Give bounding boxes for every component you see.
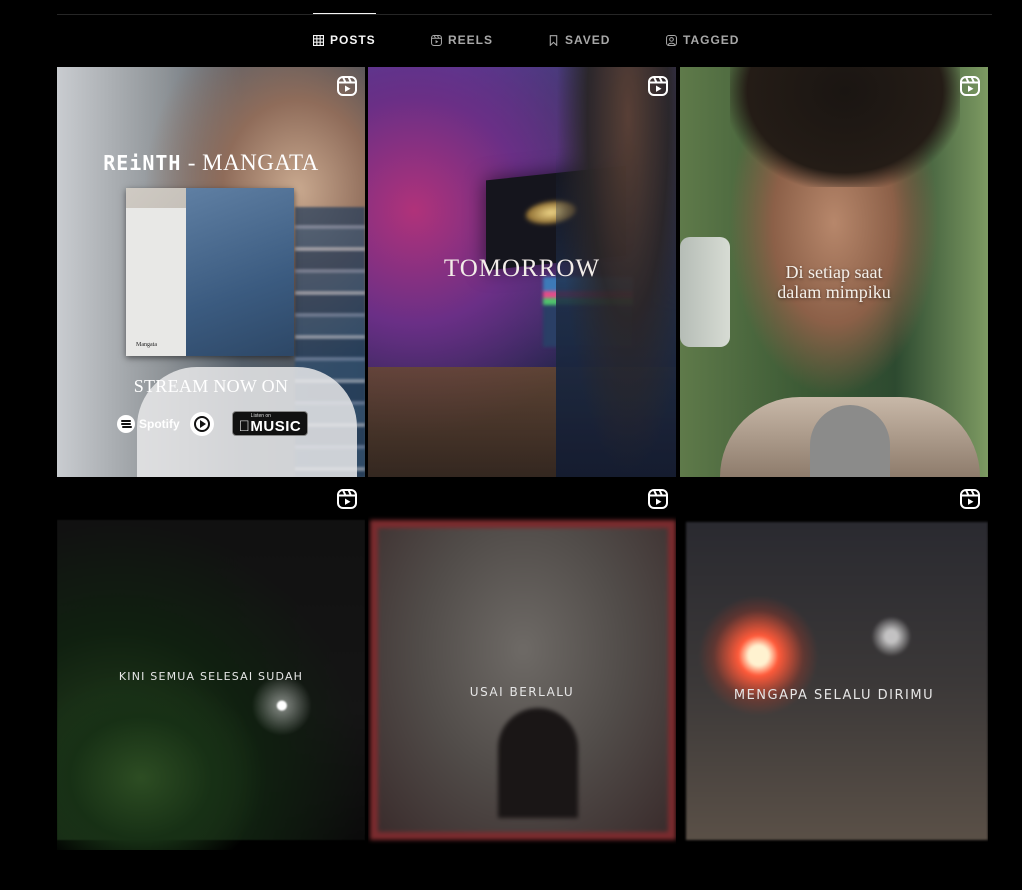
post-headline: REiNTH - MANGATA	[57, 150, 365, 176]
artist-logo: REiNTH	[103, 151, 182, 175]
tab-saved-label: SAVED	[565, 33, 611, 47]
post-overlay-text: KINI SEMUA SELESAI SUDAH	[118, 670, 304, 683]
apple-music-label: MUSIC	[239, 419, 302, 434]
background-hair	[730, 67, 960, 187]
post-overlay-text: TOMORROW	[443, 255, 601, 282]
post-thumbnail[interactable]: KINI SEMUA SELESAI SUDAH	[57, 480, 365, 890]
song-title: - MANGATA	[181, 150, 319, 175]
post-thumbnail[interactable]: USAI BERLALU	[368, 480, 676, 890]
spotify-icon	[117, 414, 135, 433]
reel-indicator-icon	[960, 489, 980, 509]
post-overlay-text: MENGAPA SELALU DIRIMU	[733, 688, 935, 703]
reels-icon	[431, 34, 442, 46]
post-thumbnail[interactable]: REiNTH - MANGATA Mangata STREAM NOW ON S…	[57, 67, 365, 477]
streaming-logos: Spotify Listen on MUSIC	[117, 411, 309, 436]
background-shirt	[720, 397, 980, 477]
post-thumbnail[interactable]: MENGAPA SELALU DIRIMU	[680, 480, 988, 890]
post-overlay-text: USAI BERLALU	[469, 685, 575, 699]
tab-posts-label: POSTS	[330, 33, 376, 47]
tab-posts[interactable]: POSTS	[313, 13, 376, 66]
tab-reels[interactable]: REELS	[431, 14, 493, 66]
post-thumbnail[interactable]: TOMORROW	[368, 67, 676, 477]
reel-indicator-icon	[648, 489, 668, 509]
overlay-line-1: Di setiap saat	[785, 262, 883, 282]
grid-icon	[313, 34, 324, 46]
post-overlay-text: Di setiap saat dalam mimpiku	[680, 262, 988, 302]
profile-tabs: POSTS REELS SAVED TAGGED	[0, 13, 1022, 66]
bookmark-icon	[549, 34, 558, 46]
tab-saved[interactable]: SAVED	[548, 14, 610, 66]
tab-reels-label: REELS	[448, 33, 494, 47]
youtube-music-icon	[189, 411, 214, 436]
tab-tagged[interactable]: TAGGED	[666, 14, 739, 66]
post-image	[370, 520, 676, 840]
cover-caption: Mangata	[136, 342, 157, 348]
reel-indicator-icon	[337, 76, 357, 96]
cover-jacket	[186, 188, 294, 356]
spotify-label: Spotify	[139, 416, 180, 431]
post-image	[686, 522, 988, 840]
overlay-line-2: dalam mimpiku	[777, 282, 891, 302]
stream-now-text: STREAM NOW ON	[133, 376, 289, 396]
tagged-user-icon	[666, 34, 677, 46]
spotify-logo: Spotify	[117, 414, 180, 433]
apple-music-badge: Listen on MUSIC	[231, 411, 309, 436]
apple-music-word: MUSIC	[238, 418, 300, 435]
post-thumbnail[interactable]: Di setiap saat dalam mimpiku	[680, 67, 988, 477]
reel-indicator-icon	[648, 76, 668, 96]
reel-indicator-icon	[960, 76, 980, 96]
album-cover: Mangata	[126, 188, 294, 356]
reel-indicator-icon	[337, 489, 357, 509]
tab-tagged-label: TAGGED	[683, 33, 740, 47]
background-trees	[57, 670, 267, 850]
